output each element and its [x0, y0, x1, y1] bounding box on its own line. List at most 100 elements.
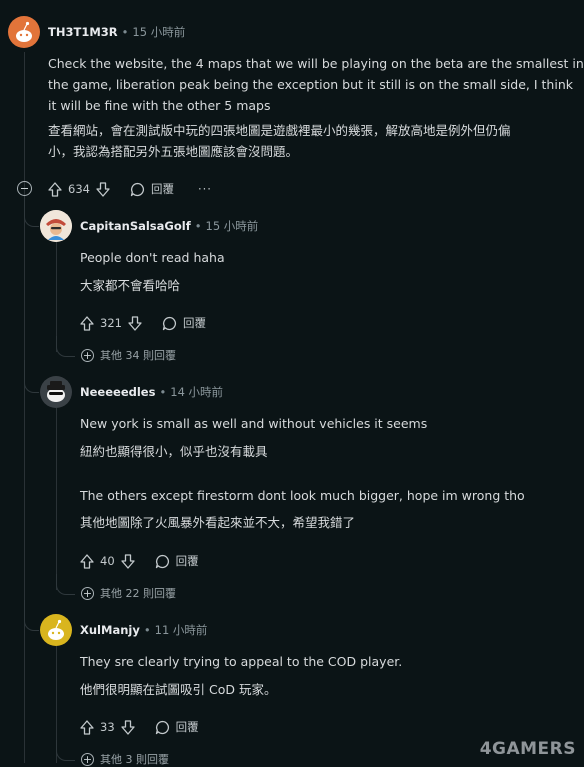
upvote-icon[interactable]	[48, 181, 62, 197]
timestamp: 11 小時前	[154, 623, 208, 637]
comment-meta: CapitanSalsaGolf • 15 小時前	[80, 218, 258, 234]
upvote-icon[interactable]	[80, 553, 94, 569]
avatar[interactable]	[40, 210, 72, 242]
more-replies-button[interactable]: + 其他 34 則回覆	[81, 347, 176, 363]
meta-separator: •	[194, 219, 202, 233]
upvote-icon[interactable]	[80, 719, 94, 735]
author-name[interactable]: CapitanSalsaGolf	[80, 219, 191, 233]
downvote-icon[interactable]	[96, 181, 110, 197]
comment-actions: 33 回覆	[80, 718, 199, 736]
translation-line: 大家都不會看哈哈	[80, 278, 181, 293]
comment-line: New york is small as well and without ve…	[80, 416, 428, 431]
more-replies-button[interactable]: + 其他 3 則回覆	[81, 751, 169, 767]
author-name[interactable]: Neeeeedles	[80, 385, 155, 399]
collapse-thread-button[interactable]	[17, 181, 32, 196]
reply-button[interactable]: 回覆	[162, 315, 206, 331]
plus-icon: +	[81, 752, 94, 766]
timestamp: 15 小時前	[205, 219, 259, 233]
reply-connector	[24, 360, 39, 393]
vote-count: 634	[68, 182, 90, 196]
timestamp: 14 小時前	[170, 385, 224, 399]
more-replies-button[interactable]: + 其他 22 則回覆	[81, 585, 176, 601]
comment-meta: XulManjy • 11 小時前	[80, 622, 207, 638]
timestamp: 15 小時前	[132, 25, 186, 39]
comment-translation: 他們很明顯在試圖吸引 CoD 玩家。	[80, 679, 276, 700]
author-name[interactable]: TH3T1M3R	[48, 25, 118, 39]
vote-count: 33	[100, 720, 115, 734]
comment-body: People don't read haha	[80, 247, 225, 268]
comment-meta: Neeeeedles • 14 小時前	[80, 384, 223, 400]
comment-line: They sre clearly trying to appeal to the…	[80, 654, 403, 669]
translation-line: 他們很明顯在試圖吸引 CoD 玩家。	[80, 682, 277, 697]
upvote-icon[interactable]	[80, 315, 94, 331]
reply-connector	[56, 740, 75, 761]
translation-line: 小，我認為搭配另外五張地圖應該會沒問題。	[48, 144, 299, 159]
speech-bubble-icon	[155, 720, 169, 734]
watermark-logo: 4GAMERS	[479, 739, 576, 759]
avatar[interactable]	[8, 16, 40, 48]
comment-line: Check the website, the 4 maps that we wi…	[48, 56, 584, 71]
comment-translation: 其他地圖除了火風暴外看起來並不大，希望我錯了	[80, 512, 355, 533]
comment-translation: 紐約也顯得很小，似乎也沒有載具	[80, 441, 268, 462]
meta-separator: •	[143, 623, 151, 637]
comment-meta: TH3T1M3R • 15 小時前	[48, 24, 185, 40]
speech-bubble-icon	[130, 182, 144, 196]
comment-actions: 40 回覆	[80, 552, 199, 570]
vote-group: 33	[80, 719, 135, 735]
meta-separator: •	[121, 25, 129, 39]
reply-button[interactable]: 回覆	[155, 719, 199, 735]
reply-label: 回覆	[175, 720, 199, 734]
comment-line: it will be fine with the other 5 maps	[48, 98, 271, 113]
comment-actions: 321 回覆	[80, 314, 206, 332]
vote-group: 634	[48, 181, 110, 197]
comment-translation: 大家都不會看哈哈	[80, 275, 180, 296]
comment-body: New york is small as well and without ve…	[80, 413, 427, 434]
thread-line-reply-2	[56, 408, 58, 590]
author-name[interactable]: XulManjy	[80, 623, 140, 637]
reply-connector	[56, 336, 75, 357]
reply-label: 回覆	[150, 182, 174, 196]
more-replies-label: 其他 22 則回覆	[100, 587, 176, 600]
reply-button[interactable]: 回覆	[155, 553, 199, 569]
speech-bubble-icon	[162, 316, 176, 330]
reply-connector	[56, 574, 75, 595]
reply-button[interactable]: 回覆	[130, 181, 174, 197]
snoo-avatar-icon	[40, 376, 72, 408]
reply-connector	[24, 600, 39, 631]
more-replies-label: 其他 3 則回覆	[100, 753, 169, 766]
user-avatar-icon	[40, 210, 72, 242]
vote-count: 321	[100, 316, 122, 330]
speech-bubble-icon	[155, 554, 169, 568]
vote-group: 40	[80, 553, 135, 569]
more-options-button[interactable]: ···	[198, 182, 212, 196]
comment-body: They sre clearly trying to appeal to the…	[80, 651, 402, 672]
reply-label: 回覆	[175, 554, 199, 568]
more-replies-label: 其他 34 則回覆	[100, 349, 176, 362]
snoo-avatar-icon	[16, 21, 32, 42]
vote-group: 321	[80, 315, 142, 331]
plus-icon: +	[81, 586, 94, 600]
translation-line: 其他地圖除了火風暴外看起來並不大，希望我錯了	[80, 515, 356, 530]
translation-line: 紐約也顯得很小，似乎也沒有載具	[80, 444, 268, 459]
comment-line: the game, liberation peak being the exce…	[48, 77, 573, 92]
translation-line: 查看網站，會在測試版中玩的四張地圖是遊戲裡最小的幾張，解放高地是例外但仍偏	[48, 123, 511, 138]
meta-separator: •	[159, 385, 167, 399]
downvote-icon[interactable]	[120, 719, 135, 735]
avatar[interactable]	[40, 614, 72, 646]
minus-icon	[21, 187, 28, 190]
comment-actions: 634 回覆 ···	[48, 180, 212, 198]
reply-label: 回覆	[182, 316, 206, 330]
plus-icon: +	[81, 348, 94, 362]
downvote-icon[interactable]	[120, 553, 135, 569]
comment-line: People don't read haha	[80, 250, 225, 265]
snoo-avatar-icon	[48, 619, 64, 640]
reply-connector	[24, 196, 39, 227]
thread-line-main	[24, 52, 26, 763]
comment-body: Check the website, the 4 maps that we wi…	[48, 53, 584, 116]
comment-body: The others except firestorm dont look mu…	[80, 485, 525, 506]
vote-count: 40	[100, 554, 115, 568]
comment-translation: 查看網站，會在測試版中玩的四張地圖是遊戲裡最小的幾張，解放高地是例外但仍偏 小，…	[48, 120, 511, 162]
downvote-icon[interactable]	[128, 315, 142, 331]
comment-line: The others except firestorm dont look mu…	[80, 488, 525, 503]
avatar[interactable]	[40, 376, 72, 408]
